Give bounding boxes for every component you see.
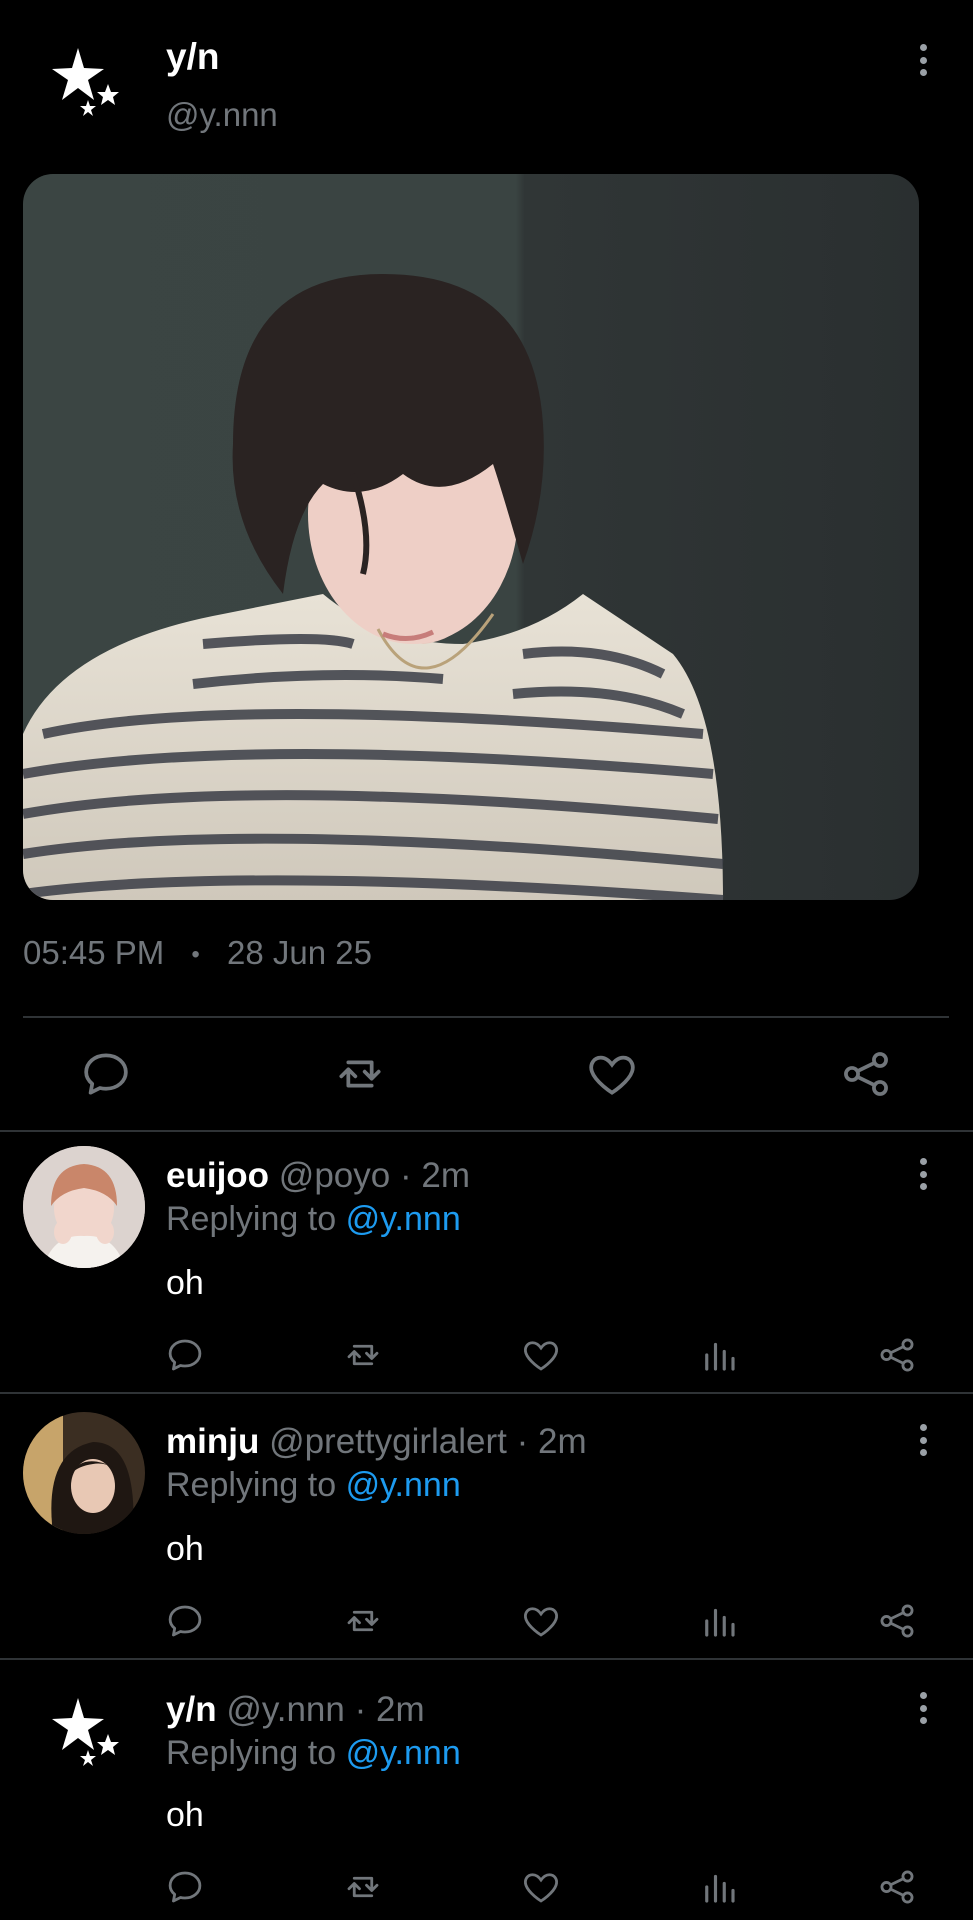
avatar-minju[interactable] xyxy=(23,1412,145,1534)
reply-handle[interactable]: @poyo xyxy=(279,1156,390,1195)
replying-to-label: Replying to xyxy=(166,1466,337,1504)
reply-display-name[interactable]: y/n xyxy=(166,1690,217,1729)
star-logo-icon xyxy=(52,48,119,116)
share-icon xyxy=(880,1604,914,1638)
post-timestamp: 05:45 PM • 28 Jun 25 xyxy=(23,934,372,972)
replying-to-handle[interactable]: @y.nnn xyxy=(346,1734,461,1772)
reply-text: oh xyxy=(166,1264,204,1302)
repost-icon xyxy=(347,1610,379,1632)
repost-icon xyxy=(339,1060,381,1088)
speech-bubble-icon xyxy=(168,1871,202,1903)
share-button[interactable] xyxy=(876,1600,918,1642)
avatar-image xyxy=(23,1412,145,1534)
heart-icon xyxy=(589,1055,635,1095)
divider xyxy=(0,1658,973,1660)
profile-avatar-star[interactable] xyxy=(40,40,130,130)
replying-to-line: Replying to @y.nnn xyxy=(166,1466,461,1505)
post-handle[interactable]: @y.nnn xyxy=(166,96,278,134)
replying-to-line: Replying to @y.nnn xyxy=(166,1734,461,1773)
star-logo-icon xyxy=(52,1698,119,1766)
bar-chart-icon xyxy=(705,1342,735,1371)
share-button[interactable] xyxy=(876,1866,918,1908)
share-icon xyxy=(880,1338,914,1372)
reply-time: · 2m xyxy=(399,1156,470,1195)
bar-chart-icon xyxy=(705,1608,735,1637)
repost-icon xyxy=(347,1876,379,1898)
reply-header: y/n @y.nnn · 2m xyxy=(166,1690,425,1730)
replying-to-label: Replying to xyxy=(166,1734,337,1772)
post-photo[interactable] xyxy=(23,174,919,900)
views-button[interactable] xyxy=(698,1334,740,1376)
replying-to-handle[interactable]: @y.nnn xyxy=(346,1200,461,1238)
divider xyxy=(0,1130,973,1132)
more-options-icon[interactable] xyxy=(918,44,928,76)
more-options-icon[interactable] xyxy=(918,1424,928,1456)
divider xyxy=(0,1392,973,1394)
views-button[interactable] xyxy=(698,1866,740,1908)
reply-time: · 2m xyxy=(516,1422,587,1461)
more-options-icon[interactable] xyxy=(918,1158,928,1190)
reply-display-name[interactable]: euijoo xyxy=(166,1156,269,1195)
post-time: 05:45 PM xyxy=(23,934,165,971)
reply-header: euijoo @poyo · 2m xyxy=(166,1156,470,1196)
reply-time: · 2m xyxy=(354,1690,425,1729)
reply-button[interactable] xyxy=(164,1866,206,1908)
like-button[interactable] xyxy=(520,1866,562,1908)
heart-icon xyxy=(524,1607,558,1637)
views-button[interactable] xyxy=(698,1600,740,1642)
repost-button[interactable] xyxy=(332,1046,388,1102)
like-button[interactable] xyxy=(520,1600,562,1642)
speech-bubble-icon xyxy=(168,1339,202,1371)
share-button[interactable] xyxy=(876,1334,918,1376)
heart-icon xyxy=(524,1873,558,1903)
reply-text: oh xyxy=(166,1530,204,1568)
reply-header: minju @prettygirlalert · 2m xyxy=(166,1422,587,1462)
reply-button[interactable] xyxy=(164,1334,206,1376)
share-icon xyxy=(844,1052,888,1096)
avatar-image xyxy=(23,1146,145,1268)
more-options-icon[interactable] xyxy=(918,1692,928,1724)
meta-separator: • xyxy=(191,941,200,969)
replying-to-handle[interactable]: @y.nnn xyxy=(346,1466,461,1504)
avatar-euijoo[interactable] xyxy=(23,1146,145,1268)
repost-button[interactable] xyxy=(342,1334,384,1376)
reply-button[interactable] xyxy=(78,1046,134,1102)
share-icon xyxy=(880,1870,914,1904)
photo-illustration xyxy=(23,274,724,900)
divider xyxy=(23,1016,949,1018)
repost-button[interactable] xyxy=(342,1600,384,1642)
repost-button[interactable] xyxy=(342,1866,384,1908)
post-display-name[interactable]: y/n xyxy=(166,36,219,78)
replying-to-label: Replying to xyxy=(166,1200,337,1238)
replying-to-line: Replying to @y.nnn xyxy=(166,1200,461,1239)
post-date: 28 Jun 25 xyxy=(227,934,372,971)
like-button[interactable] xyxy=(520,1334,562,1376)
speech-bubble-icon xyxy=(168,1605,202,1637)
reply-display-name[interactable]: minju xyxy=(166,1422,259,1461)
heart-icon xyxy=(524,1341,558,1371)
like-button[interactable] xyxy=(584,1046,640,1102)
reply-button[interactable] xyxy=(164,1600,206,1642)
reply-handle[interactable]: @y.nnn xyxy=(226,1690,345,1729)
speech-bubble-icon xyxy=(84,1053,128,1095)
avatar-star[interactable] xyxy=(40,1690,130,1780)
repost-icon xyxy=(347,1344,379,1366)
reply-text: oh xyxy=(166,1796,204,1834)
reply-handle[interactable]: @prettygirlalert xyxy=(269,1422,507,1461)
share-button[interactable] xyxy=(838,1046,894,1102)
bar-chart-icon xyxy=(705,1874,735,1903)
